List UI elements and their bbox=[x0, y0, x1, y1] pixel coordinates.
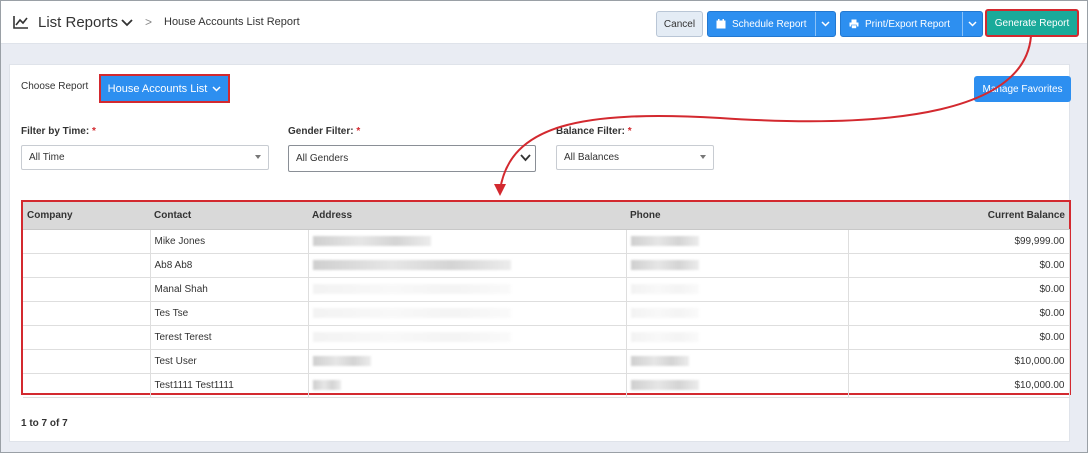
chevron-down-icon bbox=[520, 154, 531, 162]
cell-address-redacted bbox=[308, 229, 627, 254]
print-export-button[interactable]: Print/Export Report bbox=[840, 11, 983, 37]
breadcrumb-separator: > bbox=[145, 15, 153, 29]
choose-report-label: Choose Report bbox=[21, 81, 89, 92]
table-header-row: Company Contact Address Phone Current Ba… bbox=[23, 202, 1069, 230]
cell-contact: Tes Tse bbox=[150, 301, 309, 326]
table-row[interactable]: Terest Terest $0.00 bbox=[23, 325, 1070, 350]
cell-balance: $10,000.00 bbox=[848, 373, 1070, 398]
required-marker: * bbox=[356, 126, 361, 137]
cell-phone-redacted bbox=[626, 301, 849, 326]
cell-address-redacted bbox=[308, 301, 627, 326]
cancel-button[interactable]: Cancel bbox=[656, 11, 703, 37]
required-marker: * bbox=[91, 126, 96, 137]
filter-balance-value: All Balances bbox=[564, 152, 620, 163]
cell-company bbox=[23, 229, 151, 254]
filter-gender-select[interactable]: All Genders bbox=[288, 145, 536, 172]
chevron-down-icon[interactable] bbox=[121, 18, 133, 28]
cell-phone-redacted bbox=[626, 229, 849, 254]
cell-address-redacted bbox=[308, 253, 627, 278]
cell-address-redacted bbox=[308, 325, 627, 350]
cell-company bbox=[23, 373, 151, 398]
cell-company bbox=[23, 277, 151, 302]
cell-contact: Mike Jones bbox=[150, 229, 309, 254]
cell-balance: $0.00 bbox=[848, 301, 1070, 326]
cell-contact: Test User bbox=[150, 349, 309, 374]
print-dropdown-toggle[interactable] bbox=[962, 12, 982, 36]
cell-company bbox=[23, 349, 151, 374]
cell-contact: Manal Shah bbox=[150, 277, 309, 302]
table-row[interactable]: Mike Jones $99,999.00 bbox=[23, 229, 1070, 254]
calendar-icon bbox=[716, 19, 726, 29]
table-row[interactable]: Tes Tse $0.00 bbox=[23, 301, 1070, 326]
column-header-company[interactable]: Company bbox=[23, 202, 150, 230]
cell-phone-redacted bbox=[626, 373, 849, 398]
caret-down-icon bbox=[700, 155, 706, 159]
report-table: Company Contact Address Phone Current Ba… bbox=[21, 200, 1071, 398]
cell-balance: $10,000.00 bbox=[848, 349, 1070, 374]
schedule-report-button[interactable]: Schedule Report bbox=[707, 11, 836, 37]
chevron-down-icon bbox=[821, 21, 830, 27]
cell-balance: $0.00 bbox=[848, 253, 1070, 278]
filter-balance-text: Balance Filter: bbox=[556, 126, 625, 137]
pagination-summary: 1 to 7 of 7 bbox=[21, 418, 68, 429]
table-row[interactable]: Ab8 Ab8 $0.00 bbox=[23, 253, 1070, 278]
required-marker: * bbox=[627, 126, 632, 137]
cell-contact: Ab8 Ab8 bbox=[150, 253, 309, 278]
table-row[interactable]: Test1111 Test1111 $10,000.00 bbox=[23, 373, 1070, 398]
schedule-dropdown-toggle[interactable] bbox=[815, 12, 835, 36]
column-header-address[interactable]: Address bbox=[308, 202, 626, 230]
cell-balance: $0.00 bbox=[848, 277, 1070, 302]
cell-address-redacted bbox=[308, 373, 627, 398]
schedule-report-label: Schedule Report bbox=[732, 18, 807, 30]
printer-icon bbox=[849, 19, 859, 29]
cell-phone-redacted bbox=[626, 325, 849, 350]
filter-time-select[interactable]: All Time bbox=[21, 145, 269, 170]
caret-down-icon bbox=[255, 155, 261, 159]
cell-phone-redacted bbox=[626, 253, 849, 278]
cell-company bbox=[23, 325, 151, 350]
breadcrumb: House Accounts List Report bbox=[164, 16, 300, 28]
cell-contact: Test1111 Test1111 bbox=[150, 373, 309, 398]
filter-gender-value: All Genders bbox=[296, 153, 349, 164]
cell-phone-redacted bbox=[626, 277, 849, 302]
filter-balance-label: Balance Filter: * bbox=[556, 126, 632, 137]
cell-phone-redacted bbox=[626, 349, 849, 374]
cell-company bbox=[23, 253, 151, 278]
choose-report-dropdown[interactable]: House Accounts List bbox=[99, 74, 230, 103]
filter-gender-text: Gender Filter: bbox=[288, 126, 354, 137]
filter-time-text: Filter by Time: bbox=[21, 126, 90, 137]
line-chart-icon bbox=[13, 16, 28, 29]
column-header-contact[interactable]: Contact bbox=[150, 202, 308, 230]
chevron-down-icon bbox=[968, 21, 977, 27]
filter-time-label: Filter by Time: * bbox=[21, 126, 96, 137]
cell-contact: Terest Terest bbox=[150, 325, 309, 350]
print-export-label: Print/Export Report bbox=[865, 18, 951, 30]
filter-balance-select[interactable]: All Balances bbox=[556, 145, 714, 170]
manage-favorites-button[interactable]: Manage Favorites bbox=[974, 76, 1071, 102]
table-row[interactable]: Test User $10,000.00 bbox=[23, 349, 1070, 374]
filter-time-value: All Time bbox=[29, 152, 65, 163]
chevron-down-icon bbox=[212, 85, 221, 92]
cell-address-redacted bbox=[308, 349, 627, 374]
cell-company bbox=[23, 301, 151, 326]
column-header-balance[interactable]: Current Balance bbox=[848, 202, 1069, 230]
cell-balance: $99,999.00 bbox=[848, 229, 1070, 254]
selected-report-label: House Accounts List bbox=[107, 82, 208, 95]
top-bar: List Reports > House Accounts List Repor… bbox=[1, 1, 1087, 44]
table-row[interactable]: Manal Shah $0.00 bbox=[23, 277, 1070, 302]
filter-gender-label: Gender Filter: * bbox=[288, 126, 360, 137]
page-title: List Reports bbox=[38, 14, 119, 31]
column-header-phone[interactable]: Phone bbox=[626, 202, 848, 230]
cell-balance: $0.00 bbox=[848, 325, 1070, 350]
cell-address-redacted bbox=[308, 277, 627, 302]
generate-report-button[interactable]: Generate Report bbox=[985, 9, 1079, 37]
